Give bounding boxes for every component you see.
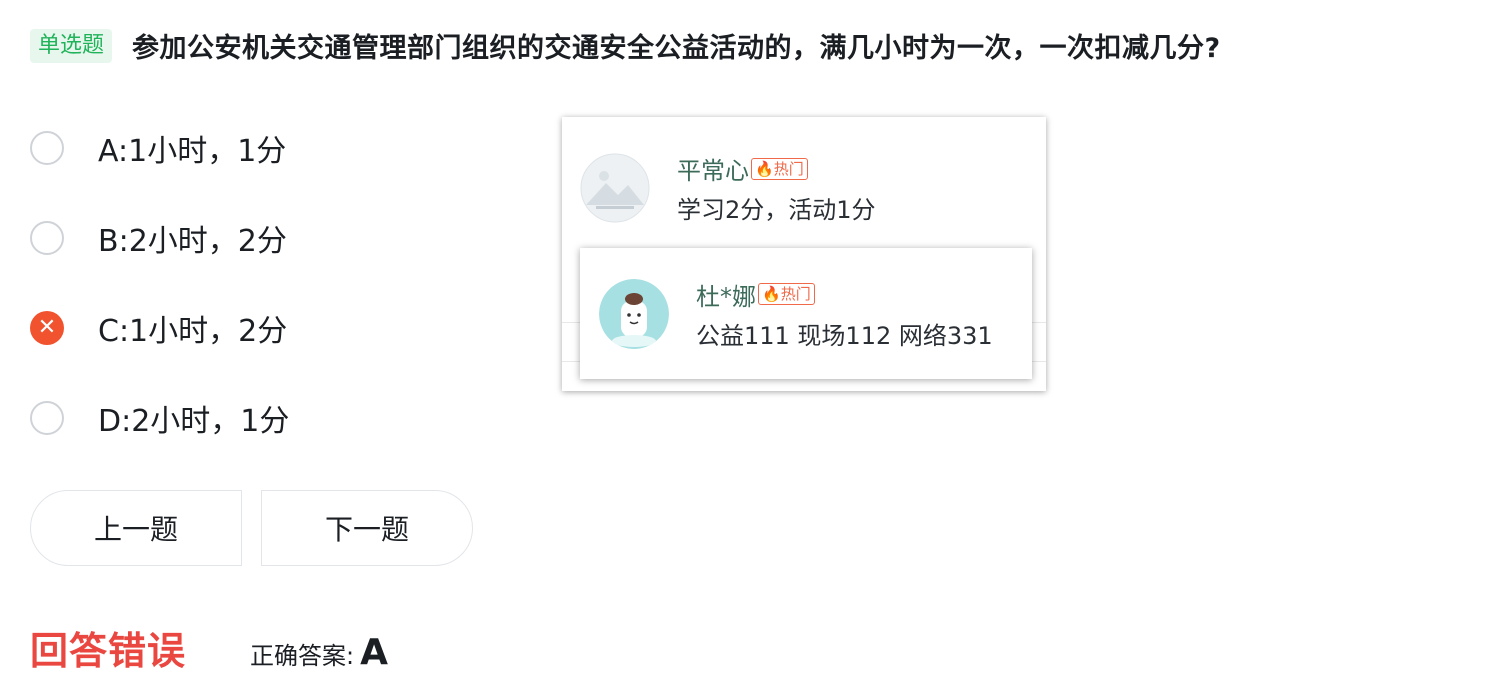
option-label: A:1小时，1分 xyxy=(98,134,287,169)
flame-icon: 🔥 xyxy=(762,285,781,303)
comment-body: 平常心 🔥 热门 学习2分，活动1分 xyxy=(677,151,876,225)
comment-text: 公益111 现场112 网络331 xyxy=(696,321,993,350)
result-section: 回答错误 正确答案: A xyxy=(30,620,388,675)
comment-body: 杜*娜 🔥 热门 公益111 现场112 网络331 xyxy=(696,277,993,351)
options-list: A:1小时，1分 B:2小时，2分 ✕ C:1小时，2分 D:2小时，1分 xyxy=(30,128,289,488)
hot-badge-label: 热门 xyxy=(773,159,804,178)
hot-badge: 🔥 热门 xyxy=(758,283,815,305)
comment-card[interactable]: 杜*娜 🔥 热门 公益111 现场112 网络331 xyxy=(580,248,1032,379)
question-type-badge: 单选题 xyxy=(30,28,113,63)
radio-icon[interactable] xyxy=(30,401,64,435)
comments-popup: 平常心 🔥 热门 学习2分，活动1分 杜*娜 🔥 热门 公益111 现场112 … xyxy=(562,117,1046,391)
next-question-button[interactable]: 下一题 xyxy=(261,490,473,566)
correct-answer-value: A xyxy=(360,632,388,673)
option-label: C:1小时，2分 xyxy=(98,314,288,349)
hot-badge: 🔥 热门 xyxy=(751,157,808,180)
option-a[interactable]: A:1小时，1分 xyxy=(30,128,289,169)
option-d[interactable]: D:2小时，1分 xyxy=(30,398,290,439)
comment-card[interactable]: 平常心 🔥 热门 学习2分，活动1分 xyxy=(580,151,876,225)
hot-badge-label: 热门 xyxy=(780,285,811,303)
correct-answer-label: 正确答案: xyxy=(250,642,355,670)
option-label: D:2小时，1分 xyxy=(98,404,290,439)
radio-icon[interactable] xyxy=(30,221,64,255)
wrong-x-icon[interactable]: ✕ xyxy=(30,311,64,345)
prev-question-button[interactable]: 上一题 xyxy=(30,490,242,566)
question-nav: 上一题 下一题 xyxy=(30,490,473,566)
radio-icon[interactable] xyxy=(30,131,64,165)
result-status: 回答错误 xyxy=(30,629,187,673)
option-c[interactable]: ✕ C:1小时，2分 xyxy=(30,308,289,349)
landscape-placeholder-icon xyxy=(580,153,650,223)
comment-text: 学习2分，活动1分 xyxy=(677,196,876,224)
user-line: 平常心 🔥 热门 xyxy=(677,151,876,186)
username[interactable]: 平常心 xyxy=(677,151,749,186)
cartoon-avatar-icon xyxy=(599,278,669,349)
question-header: 单选题 参加公安机关交通管理部门组织的交通安全公益活动的，满几小时为一次，一次扣… xyxy=(30,26,1221,65)
username[interactable]: 杜*娜 xyxy=(696,277,756,312)
user-line: 杜*娜 🔥 热门 xyxy=(696,277,993,312)
option-b[interactable]: B:2小时，2分 xyxy=(30,218,289,259)
option-label: B:2小时，2分 xyxy=(98,224,287,259)
flame-icon: 🔥 xyxy=(755,159,774,178)
question-text: 参加公安机关交通管理部门组织的交通安全公益活动的，满几小时为一次，一次扣减几分? xyxy=(132,33,1221,64)
